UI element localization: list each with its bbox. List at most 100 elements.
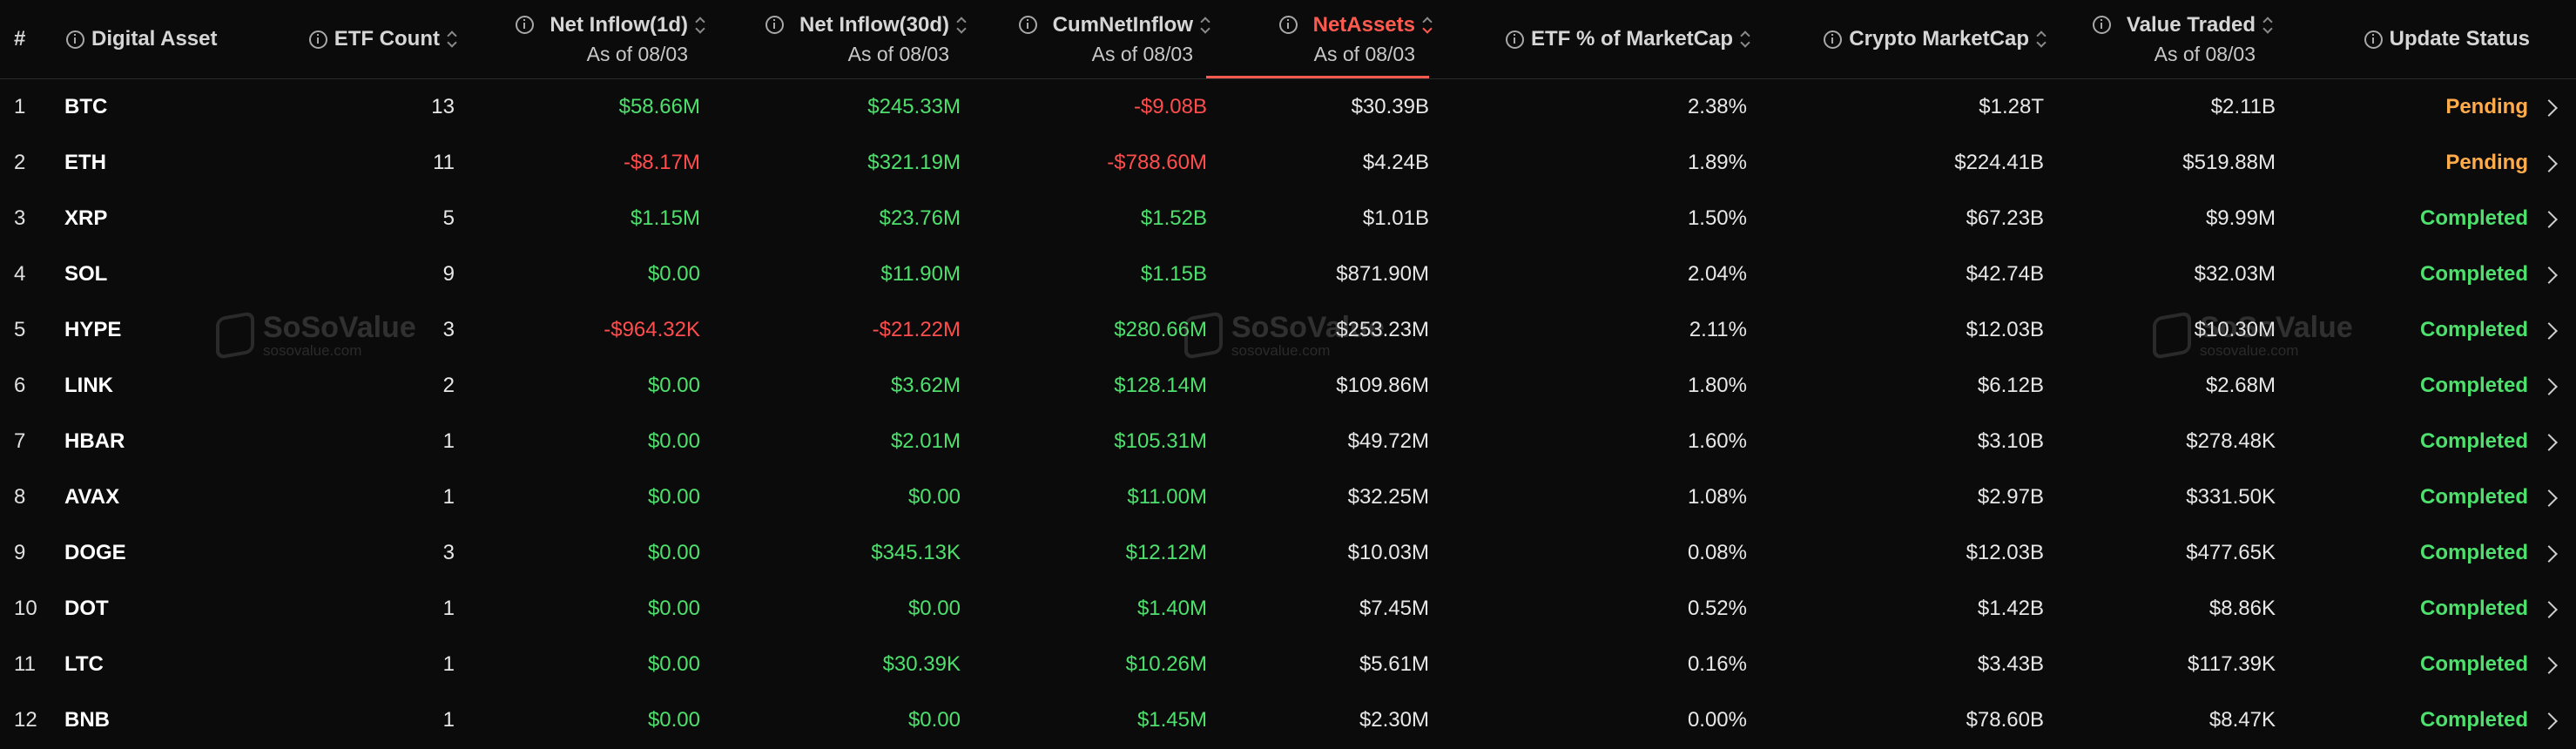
crypto-marketcap: $12.03B bbox=[1966, 541, 2044, 564]
col-cum-inflow-header[interactable]: CumNetInflow As of 08/03 bbox=[993, 0, 1210, 78]
col-etf-count-label: ETF Count bbox=[334, 27, 440, 51]
table-row[interactable]: 9 DOGE 3 $0.00 $345.13K $12.12M $10.03M … bbox=[0, 525, 2576, 581]
asset-symbol[interactable]: LTC bbox=[64, 637, 104, 692]
etf-count: 1 bbox=[442, 652, 455, 676]
info-icon[interactable] bbox=[1278, 16, 1298, 34]
update-status: Pending bbox=[2445, 151, 2528, 174]
asset-symbol[interactable]: LINK bbox=[64, 358, 113, 414]
col-status-header[interactable]: Update Status bbox=[2334, 0, 2530, 78]
col-asset-label: Digital Asset bbox=[91, 27, 218, 51]
asset-symbol[interactable]: HBAR bbox=[64, 414, 125, 469]
col-index-header: # bbox=[14, 0, 25, 78]
update-status: Completed bbox=[2419, 597, 2528, 620]
net-inflow-30d: -$21.22M bbox=[872, 318, 961, 341]
net-inflow-30d: $11.90M bbox=[880, 262, 961, 286]
chevron-right-icon[interactable] bbox=[2540, 601, 2558, 618]
asset-symbol[interactable]: ETH bbox=[64, 135, 106, 191]
col-mcap-header[interactable]: Crypto MarketCap bbox=[1794, 0, 2047, 78]
sort-icon[interactable] bbox=[2262, 17, 2273, 34]
etf-pct-marketcap: 1.08% bbox=[1687, 485, 1747, 509]
asset-symbol[interactable]: HYPE bbox=[64, 302, 121, 358]
etf-pct-marketcap: 2.04% bbox=[1687, 262, 1747, 286]
chevron-right-icon[interactable] bbox=[2540, 99, 2558, 117]
col-net-assets-header[interactable]: NetAssets As of 08/03 bbox=[1219, 0, 1433, 78]
etf-pct-marketcap: 1.89% bbox=[1687, 151, 1747, 174]
col-inflow-1d-header[interactable]: Net Inflow(1d) As of 08/03 bbox=[488, 0, 705, 78]
chevron-right-icon[interactable] bbox=[2540, 545, 2558, 563]
chevron-right-icon[interactable] bbox=[2540, 712, 2558, 730]
info-icon[interactable] bbox=[2092, 16, 2111, 34]
net-inflow-30d: $345.13K bbox=[871, 541, 961, 564]
value-traded: $8.86K bbox=[2208, 597, 2276, 620]
asset-symbol[interactable]: BNB bbox=[64, 692, 110, 748]
info-icon[interactable] bbox=[308, 30, 327, 49]
asset-symbol[interactable]: AVAX bbox=[64, 469, 119, 525]
update-status: Completed bbox=[2419, 429, 2528, 453]
col-cum-inflow-date: As of 08/03 bbox=[1091, 42, 1193, 65]
crypto-marketcap: $3.10B bbox=[1977, 429, 2044, 453]
crypto-marketcap: $1.42B bbox=[1977, 597, 2044, 620]
crypto-marketcap: $6.12B bbox=[1977, 374, 2044, 397]
etf-pct-marketcap: 1.60% bbox=[1687, 429, 1747, 453]
col-etf-pct-header[interactable]: ETF % of MarketCap bbox=[1480, 0, 1750, 78]
net-assets: $10.03M bbox=[1347, 541, 1429, 564]
sort-icon[interactable] bbox=[695, 17, 705, 34]
chevron-right-icon[interactable] bbox=[2540, 155, 2558, 172]
sort-icon[interactable] bbox=[2036, 30, 2047, 48]
cum-net-inflow: $128.14M bbox=[1114, 374, 1207, 397]
chevron-right-icon[interactable] bbox=[2540, 657, 2558, 674]
net-inflow-1d: $0.00 bbox=[647, 652, 700, 676]
row-index: 4 bbox=[14, 262, 26, 286]
row-index: 2 bbox=[14, 151, 26, 174]
table-row[interactable]: 2 ETH 11 -$8.17M $321.19M -$788.60M $4.2… bbox=[0, 135, 2576, 191]
table-row[interactable]: 12 BNB 1 $0.00 $0.00 $1.45M $2.30M 0.00%… bbox=[0, 692, 2576, 748]
col-etf-pct-label: ETF % of MarketCap bbox=[1530, 27, 1733, 51]
info-icon[interactable] bbox=[1824, 30, 1843, 49]
chevron-right-icon[interactable] bbox=[2540, 434, 2558, 451]
col-inflow-30d-header[interactable]: Net Inflow(30d) As of 08/03 bbox=[749, 0, 967, 78]
table-row[interactable]: 7 HBAR 1 $0.00 $2.01M $105.31M $49.72M 1… bbox=[0, 414, 2576, 469]
col-etf-count-header[interactable]: ETF Count bbox=[261, 0, 457, 78]
table-row[interactable]: 3 XRP 5 $1.15M $23.76M $1.52B $1.01B 1.5… bbox=[0, 191, 2576, 246]
etf-pct-marketcap: 1.80% bbox=[1687, 374, 1747, 397]
sort-icon[interactable] bbox=[447, 30, 457, 48]
table-row[interactable]: 10 DOT 1 $0.00 $0.00 $1.40M $7.45M 0.52%… bbox=[0, 581, 2576, 637]
net-assets: $4.24B bbox=[1362, 151, 1429, 174]
chevron-right-icon[interactable] bbox=[2540, 322, 2558, 340]
info-icon[interactable] bbox=[2364, 30, 2383, 49]
col-value-traded-header[interactable]: Value Traded As of 08/03 bbox=[2090, 0, 2273, 78]
chevron-right-icon[interactable] bbox=[2540, 378, 2558, 395]
asset-symbol[interactable]: XRP bbox=[64, 191, 107, 246]
cum-net-inflow: -$788.60M bbox=[1107, 151, 1207, 174]
asset-symbol[interactable]: BTC bbox=[64, 79, 107, 135]
asset-symbol[interactable]: SOL bbox=[64, 246, 107, 302]
sort-desc-icon[interactable] bbox=[1422, 17, 1433, 34]
asset-symbol[interactable]: DOT bbox=[64, 581, 109, 637]
asset-symbol[interactable]: DOGE bbox=[64, 525, 126, 581]
table-row[interactable]: 4 SOL 9 $0.00 $11.90M $1.15B $871.90M 2.… bbox=[0, 246, 2576, 302]
table-row[interactable]: 5 HYPE 3 -$964.32K -$21.22M $280.66M $25… bbox=[0, 302, 2576, 358]
sort-icon[interactable] bbox=[956, 17, 967, 34]
info-icon[interactable] bbox=[516, 16, 535, 34]
net-inflow-1d: $0.00 bbox=[647, 429, 700, 453]
sort-icon[interactable] bbox=[1200, 17, 1210, 34]
info-icon[interactable] bbox=[1018, 16, 1037, 34]
row-index: 11 bbox=[14, 652, 36, 676]
table-row[interactable]: 6 LINK 2 $0.00 $3.62M $128.14M $109.86M … bbox=[0, 358, 2576, 414]
value-traded: $477.65K bbox=[2186, 541, 2276, 564]
cum-net-inflow: $1.15B bbox=[1140, 262, 1207, 286]
table-row[interactable]: 11 LTC 1 $0.00 $30.39K $10.26M $5.61M 0.… bbox=[0, 637, 2576, 692]
col-asset-header[interactable]: Digital Asset bbox=[66, 0, 217, 78]
etf-count: 1 bbox=[442, 429, 455, 453]
table-row[interactable]: 1 BTC 13 $58.66M $245.33M -$9.08B $30.39… bbox=[0, 79, 2576, 135]
info-icon[interactable] bbox=[765, 16, 784, 34]
chevron-right-icon[interactable] bbox=[2540, 211, 2558, 228]
chevron-right-icon[interactable] bbox=[2540, 267, 2558, 284]
sort-icon[interactable] bbox=[1740, 30, 1750, 48]
value-traded: $278.48K bbox=[2186, 429, 2276, 453]
info-icon[interactable] bbox=[66, 30, 84, 49]
table-row[interactable]: 8 AVAX 1 $0.00 $0.00 $11.00M $32.25M 1.0… bbox=[0, 469, 2576, 525]
info-icon[interactable] bbox=[1505, 30, 1524, 49]
cum-net-inflow: $1.40M bbox=[1136, 597, 1207, 620]
chevron-right-icon[interactable] bbox=[2540, 489, 2558, 507]
